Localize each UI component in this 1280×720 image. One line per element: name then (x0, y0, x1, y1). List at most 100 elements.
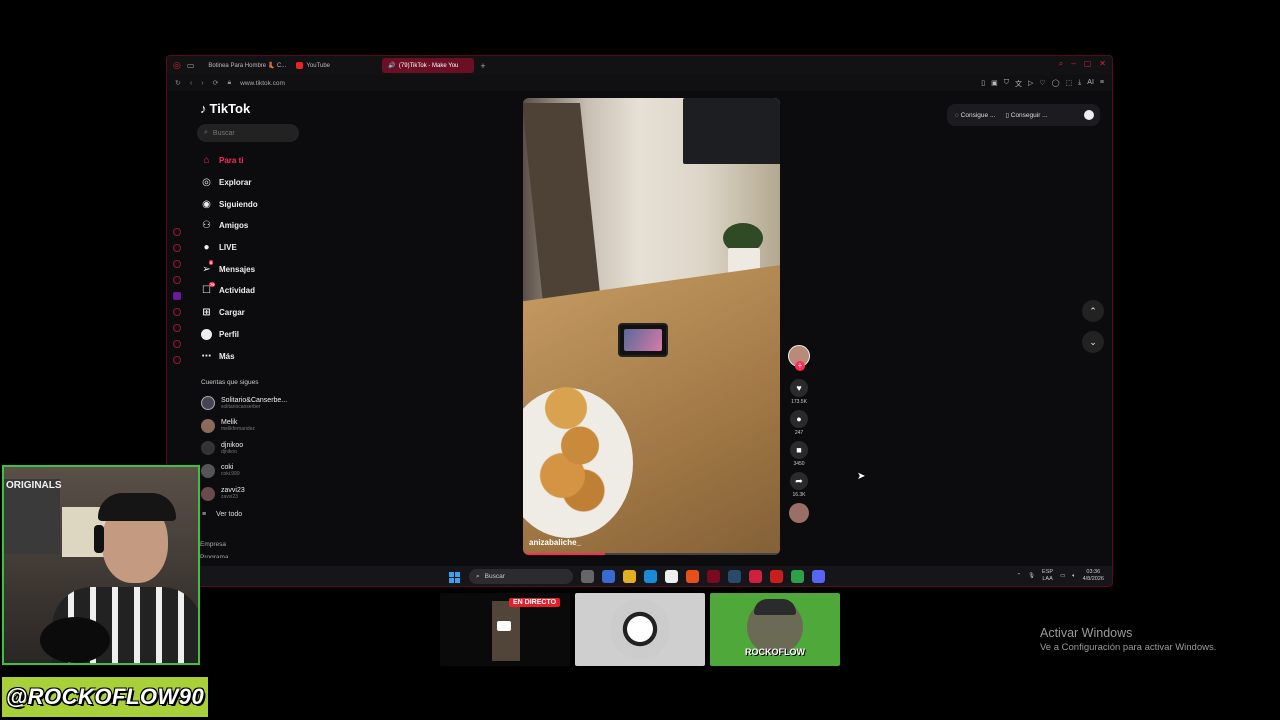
search-tabs-icon[interactable]: ⌕ (1059, 59, 1063, 69)
next-video-button[interactable]: ⌄ (1082, 331, 1104, 353)
pocket-icon[interactable] (173, 276, 181, 284)
forward-icon[interactable]: › (201, 80, 203, 87)
following-item[interactable]: Melik melikfernandez (197, 414, 302, 437)
steam-icon[interactable] (728, 570, 741, 583)
heart-icon[interactable]: ♡ (1039, 79, 1045, 89)
tiktok-logo[interactable]: ♪ TikTok (197, 96, 302, 120)
taskbar-search[interactable]: ⌕ Buscar (469, 569, 573, 584)
toggle-switch[interactable] (1084, 110, 1094, 120)
reload-icon[interactable]: ↻ (175, 79, 181, 87)
network-icon[interactable]: ▭ (1060, 573, 1065, 579)
video-scene-phone (618, 323, 668, 357)
player-icon[interactable] (173, 308, 181, 316)
clock-icon[interactable] (173, 324, 181, 332)
workspaces-icon[interactable]: ▭ (187, 61, 195, 70)
translate-icon[interactable]: 文 (1015, 79, 1022, 89)
twitch-icon[interactable] (173, 292, 181, 300)
history-icon[interactable] (173, 228, 181, 236)
ai-icon[interactable]: AI (1087, 79, 1094, 89)
opera-icon[interactable] (707, 570, 720, 583)
chevron-up-icon[interactable]: ⌃ (1016, 573, 1021, 579)
footer-link-programa[interactable]: Programa (200, 551, 302, 558)
download-icon[interactable]: ⤓ (1078, 79, 1081, 89)
comment-button[interactable]: ● (790, 410, 808, 428)
copilot-icon[interactable] (602, 570, 615, 583)
discord-icon[interactable] (812, 570, 825, 583)
clock[interactable]: 03:36 4/8/2026 (1083, 569, 1104, 583)
following-item[interactable]: zavvi23 zavvi23 (197, 482, 302, 505)
logo-text: TikTok (209, 100, 251, 116)
nav-para-ti[interactable]: ⌂ Para ti (197, 150, 302, 172)
following-item[interactable]: djnikoo djnikoo (197, 437, 302, 460)
nav-explorar[interactable]: ◎ Explorar (197, 172, 302, 194)
shield-icon[interactable]: ⛉ (1004, 79, 1009, 89)
windows-start-icon[interactable] (449, 572, 460, 583)
notes-icon[interactable] (791, 570, 804, 583)
see-all-link[interactable]: ≡ Ver todo (197, 511, 302, 518)
thumbnail-art[interactable] (575, 593, 705, 666)
mic-icon[interactable]: 🎙︎ (1028, 573, 1035, 579)
app-record-icon[interactable] (770, 570, 783, 583)
wallet-icon[interactable] (173, 260, 181, 268)
snapshot-icon[interactable]: ▣ (991, 79, 998, 89)
mouse-cursor-icon: ➤ (857, 471, 866, 482)
follow-plus-icon[interactable]: + (795, 361, 805, 371)
edge-icon[interactable] (644, 570, 657, 583)
thumbnail-channel[interactable]: ROCKOFLOW (710, 593, 840, 666)
nav-mensajes[interactable]: ➢ 6 Mensajes (197, 258, 302, 280)
task-view-icon[interactable] (581, 570, 594, 583)
bag-icon[interactable] (173, 244, 181, 252)
video-progress-bar[interactable] (523, 553, 780, 555)
sound-avatar[interactable] (789, 503, 809, 523)
following-item[interactable]: coki coki.999 (197, 460, 302, 483)
nav-mas[interactable]: ⋯ Más (197, 345, 302, 367)
url-field[interactable]: www.tiktok.com (240, 80, 285, 87)
video-creator[interactable]: anizabaliche_ (529, 538, 581, 547)
nav-perfil[interactable]: Perfil (197, 324, 302, 346)
windows-taskbar: ⌕ Buscar ⌃ 🎙︎ ESP LAA ▭ 🔈︎ 03:36 4/8/202… (167, 566, 1112, 586)
nav-live[interactable]: ● LIVE (197, 237, 302, 259)
nav-actividad[interactable]: ☐ 79 Actividad (197, 280, 302, 302)
new-tab-button[interactable]: + (480, 61, 485, 71)
previous-video-button[interactable]: ⌃ (1082, 300, 1104, 322)
store-icon[interactable] (665, 570, 678, 583)
nav-siguiendo[interactable]: ◉ Siguiendo (197, 193, 302, 215)
video-player[interactable]: anizabaliche_ (523, 98, 780, 555)
maximize-button[interactable]: ▢ (1084, 59, 1092, 69)
tab-icon[interactable]: ▯ (981, 79, 985, 89)
brave-icon[interactable] (686, 570, 699, 583)
nav-amigos[interactable]: ⚇ Amigos (197, 215, 302, 237)
activate-subtitle: Ve a Configuración para activar Windows. (1040, 642, 1217, 653)
volume-icon[interactable]: 🔈︎ (1072, 573, 1075, 580)
browser-menu-icon[interactable]: ◎ (173, 60, 181, 71)
discord-icon[interactable] (173, 340, 181, 348)
chat-icon[interactable]: ◯ (1052, 79, 1060, 89)
refresh-icon[interactable]: ⟳ (213, 79, 219, 87)
nav-cargar[interactable]: ⊞ Cargar (197, 302, 302, 324)
like-button[interactable]: ♥ (790, 379, 808, 397)
app-red-icon[interactable] (749, 570, 762, 583)
file-explorer-icon[interactable] (623, 570, 636, 583)
thumbnail-live[interactable]: EN DIRECTO (440, 593, 570, 666)
footer-link-empresa[interactable]: Empresa (200, 538, 302, 551)
settings-icon[interactable] (173, 356, 181, 364)
menu-icon[interactable]: ≡ (1100, 79, 1104, 89)
close-button[interactable]: ✕ (1099, 59, 1106, 69)
package-icon[interactable]: ⬚ (1066, 79, 1073, 89)
tab-botinea[interactable]: Botinea Para Hombre 👢 C... (202, 58, 290, 73)
promo-get-app[interactable]: ◌ Consigue ... (955, 112, 995, 119)
profile-icon (201, 328, 212, 340)
back-icon[interactable]: ‹ (190, 80, 192, 87)
promo-get-coins[interactable]: ▯ Conseguir ... (1005, 111, 1047, 119)
creator-avatar[interactable]: + (788, 345, 810, 371)
search-input[interactable]: ⌕ Buscar (197, 124, 299, 142)
save-button[interactable]: ■ (790, 441, 808, 459)
tab-youtube[interactable]: YouTube (290, 58, 382, 73)
minimize-button[interactable]: – (1071, 59, 1075, 69)
following-item[interactable]: Solitario&Canserbe... solitariocanserber (197, 392, 302, 415)
tab-tiktok[interactable]: 🔊 (79)TikTok - Make You (382, 58, 475, 73)
tiktok-sidebar: ♪ TikTok ⌕ Buscar ⌂ Para ti ◎ Explorar ◉… (197, 96, 302, 558)
language-indicator[interactable]: ESP LAA (1042, 569, 1053, 583)
share-button[interactable]: ➦ (790, 472, 808, 490)
play-icon[interactable]: ▷ (1028, 79, 1033, 89)
